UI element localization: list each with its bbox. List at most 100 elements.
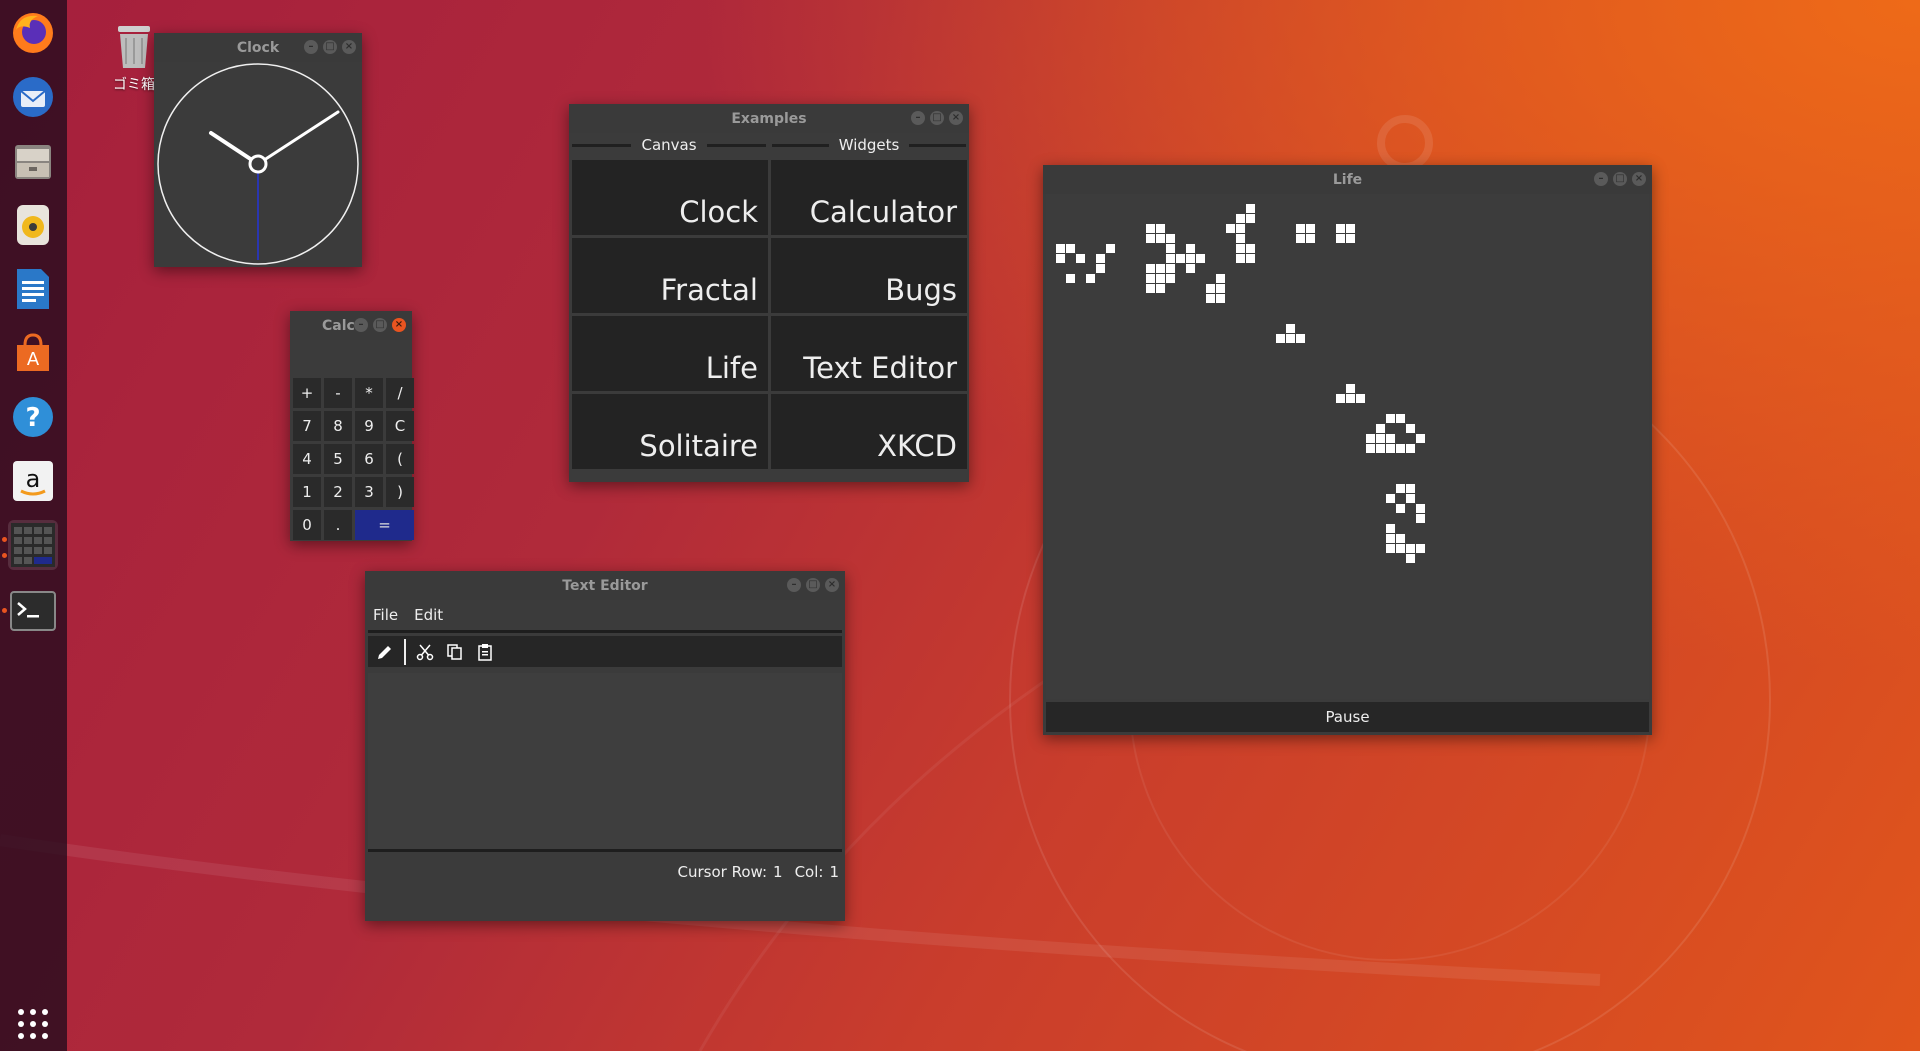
example-text-editor-button[interactable]: Text Editor: [771, 316, 967, 391]
life-cell: [1096, 254, 1105, 263]
minimize-button[interactable]: –: [911, 111, 925, 125]
clock-window: Clock – □ ×: [154, 33, 362, 267]
help-icon[interactable]: ?: [8, 392, 58, 442]
minimize-button[interactable]: –: [304, 40, 318, 54]
key-plus[interactable]: +: [293, 378, 321, 408]
life-cell: [1296, 224, 1305, 233]
close-button[interactable]: ×: [825, 578, 839, 592]
key-3[interactable]: 3: [355, 477, 383, 507]
key-multiply[interactable]: *: [355, 378, 383, 408]
key-close-paren[interactable]: ): [386, 477, 414, 507]
life-cell: [1386, 414, 1395, 423]
life-cell: [1216, 294, 1225, 303]
key-9[interactable]: 9: [355, 411, 383, 441]
key-clear[interactable]: C: [386, 411, 414, 441]
life-cell: [1406, 544, 1415, 553]
life-cell: [1376, 444, 1385, 453]
amazon-icon[interactable]: a: [8, 456, 58, 506]
life-cell: [1336, 234, 1345, 243]
key-8[interactable]: 8: [324, 411, 352, 441]
example-xkcd-button[interactable]: XKCD: [771, 394, 967, 469]
life-cell: [1396, 544, 1405, 553]
life-cell: [1386, 534, 1395, 543]
copy-icon[interactable]: [444, 641, 466, 663]
editor-toolbar: [368, 636, 842, 667]
key-minus[interactable]: -: [324, 378, 352, 408]
key-6[interactable]: 6: [355, 444, 383, 474]
life-cell: [1236, 254, 1245, 263]
minimize-button[interactable]: –: [1594, 172, 1608, 186]
life-cell: [1076, 254, 1085, 263]
menu-file[interactable]: File: [365, 606, 406, 624]
maximize-button[interactable]: □: [1613, 172, 1627, 186]
minimize-button[interactable]: –: [354, 318, 368, 332]
life-cell: [1166, 234, 1175, 243]
calculator-app-icon[interactable]: [8, 520, 58, 570]
close-button[interactable]: ×: [1632, 172, 1646, 186]
life-cell: [1156, 264, 1165, 273]
close-button[interactable]: ×: [342, 40, 356, 54]
life-cell: [1236, 234, 1245, 243]
maximize-button[interactable]: □: [930, 111, 944, 125]
editor-window-title: Text Editor: [562, 577, 648, 594]
key-4[interactable]: 4: [293, 444, 321, 474]
thunderbird-icon[interactable]: [8, 72, 58, 122]
key-0[interactable]: 0: [293, 510, 321, 540]
life-cell: [1166, 264, 1175, 273]
close-button[interactable]: ×: [392, 318, 406, 332]
key-5[interactable]: 5: [324, 444, 352, 474]
life-cell: [1056, 244, 1065, 253]
editor-text-area[interactable]: [368, 673, 842, 849]
key-equals[interactable]: =: [355, 510, 414, 540]
life-cell: [1386, 444, 1395, 453]
pencil-icon[interactable]: [374, 641, 396, 663]
maximize-button[interactable]: □: [373, 318, 387, 332]
example-bugs-button[interactable]: Bugs: [771, 238, 967, 313]
life-cell: [1406, 484, 1415, 493]
life-grid[interactable]: [1046, 194, 1649, 699]
life-cell: [1346, 394, 1355, 403]
maximize-button[interactable]: □: [323, 40, 337, 54]
life-cell: [1396, 534, 1405, 543]
paste-icon[interactable]: [474, 641, 496, 663]
rhythmbox-icon[interactable]: [8, 200, 58, 250]
life-cell: [1366, 444, 1375, 453]
key-1[interactable]: 1: [293, 477, 321, 507]
life-cell: [1236, 244, 1245, 253]
key-open-paren[interactable]: (: [386, 444, 414, 474]
close-button[interactable]: ×: [949, 111, 963, 125]
svg-text:a: a: [26, 465, 41, 493]
life-cell: [1276, 334, 1285, 343]
example-calculator-button[interactable]: Calculator: [771, 160, 967, 235]
minimize-button[interactable]: –: [787, 578, 801, 592]
example-clock-button[interactable]: Clock: [572, 160, 768, 235]
firefox-icon[interactable]: [8, 8, 58, 58]
pause-button[interactable]: Pause: [1046, 702, 1649, 732]
menu-edit[interactable]: Edit: [406, 606, 451, 624]
key-2[interactable]: 2: [324, 477, 352, 507]
life-cell: [1156, 224, 1165, 233]
cursor-row-value: 1: [773, 863, 783, 881]
life-window-title: Life: [1332, 171, 1363, 188]
example-solitaire-button[interactable]: Solitaire: [572, 394, 768, 469]
clock-titlebar[interactable]: Clock – □ ×: [154, 33, 362, 62]
life-titlebar[interactable]: Life – □ ×: [1043, 165, 1652, 194]
editor-titlebar[interactable]: Text Editor – □ ×: [365, 571, 845, 600]
show-applications-button[interactable]: [12, 1003, 54, 1045]
software-icon[interactable]: A: [8, 328, 58, 378]
writer-icon[interactable]: [8, 264, 58, 314]
cut-icon[interactable]: [414, 641, 436, 663]
life-cell: [1396, 484, 1405, 493]
example-life-button[interactable]: Life: [572, 316, 768, 391]
life-cell: [1386, 434, 1395, 443]
files-icon[interactable]: [8, 136, 58, 186]
maximize-button[interactable]: □: [806, 578, 820, 592]
calculator-titlebar[interactable]: Calc – □ ×: [290, 311, 412, 340]
key-7[interactable]: 7: [293, 411, 321, 441]
key-divide[interactable]: /: [386, 378, 414, 408]
life-cell: [1246, 204, 1255, 213]
key-decimal[interactable]: .: [324, 510, 352, 540]
terminal-icon[interactable]: [8, 586, 58, 636]
example-fractal-button[interactable]: Fractal: [572, 238, 768, 313]
examples-titlebar[interactable]: Examples – □ ×: [569, 104, 969, 133]
